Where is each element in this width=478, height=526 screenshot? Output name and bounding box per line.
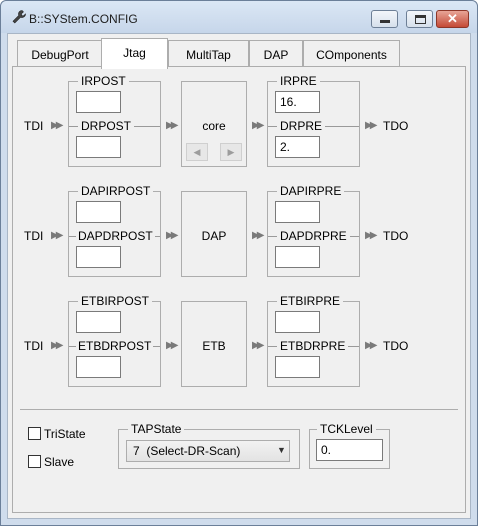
tcklevel-label: TCKLevel bbox=[317, 422, 376, 436]
triangle-left-icon: ◀ bbox=[193, 147, 201, 157]
tab-label: COmponents bbox=[316, 48, 387, 62]
chevron-down-icon: ▼ bbox=[277, 445, 286, 455]
tab-multitap[interactable]: MultiTap bbox=[168, 40, 249, 67]
tristate-label: TriState bbox=[44, 427, 86, 441]
drpre-input[interactable]: 2. bbox=[275, 136, 320, 158]
dapdrpost-input[interactable] bbox=[76, 246, 121, 268]
tapstate-value: 7 (Select-DR-Scan) bbox=[133, 444, 241, 458]
minimize-icon bbox=[380, 20, 390, 23]
tab-label: DebugPort bbox=[31, 48, 89, 62]
dapirpre-input[interactable] bbox=[275, 201, 320, 223]
irpre-input[interactable]: 16. bbox=[275, 91, 320, 113]
minimize-button[interactable] bbox=[371, 10, 398, 28]
tcklevel-input[interactable]: 0. bbox=[316, 439, 383, 461]
etbdrpre-input[interactable] bbox=[275, 356, 320, 378]
tapstate-label: TAPState bbox=[128, 422, 185, 436]
tab-dap[interactable]: DAP bbox=[249, 40, 303, 67]
title-bar[interactable]: B::SYStem.CONFIG ✕ bbox=[1, 1, 477, 33]
options-divider bbox=[20, 409, 458, 410]
maximize-icon bbox=[415, 15, 426, 24]
tab-label: MultiTap bbox=[186, 48, 231, 62]
close-icon: ✕ bbox=[447, 11, 458, 26]
triangle-right-icon: ▶ bbox=[227, 147, 235, 157]
tab-components[interactable]: COmponents bbox=[303, 40, 400, 67]
irpost-input[interactable] bbox=[76, 91, 121, 113]
etbdrpost-input[interactable] bbox=[76, 356, 121, 378]
slave-label: Slave bbox=[44, 455, 75, 469]
tab-label: Jtag bbox=[123, 46, 146, 60]
dapirpost-input[interactable] bbox=[76, 201, 121, 223]
etbirpre-input[interactable] bbox=[275, 311, 320, 333]
tristate-checkbox[interactable] bbox=[28, 427, 41, 440]
wrench-icon bbox=[11, 9, 27, 28]
tab-label: DAP bbox=[263, 48, 289, 62]
tab-jtag[interactable]: Jtag bbox=[101, 38, 168, 69]
core-prev-button[interactable]: ◀ bbox=[186, 143, 208, 161]
tapstate-select[interactable]: 7 (Select-DR-Scan) ▼ bbox=[126, 440, 290, 462]
dapdrpre-input[interactable] bbox=[275, 246, 320, 268]
tab-debugport[interactable]: DebugPort bbox=[17, 40, 103, 67]
etbirpost-input[interactable] bbox=[76, 311, 121, 333]
window-title: B::SYStem.CONFIG bbox=[29, 12, 138, 26]
core-next-button[interactable]: ▶ bbox=[220, 143, 242, 161]
drpost-input[interactable] bbox=[76, 136, 121, 158]
maximize-button[interactable] bbox=[406, 10, 433, 28]
slave-checkbox[interactable] bbox=[28, 455, 41, 468]
close-button[interactable]: ✕ bbox=[436, 10, 469, 28]
